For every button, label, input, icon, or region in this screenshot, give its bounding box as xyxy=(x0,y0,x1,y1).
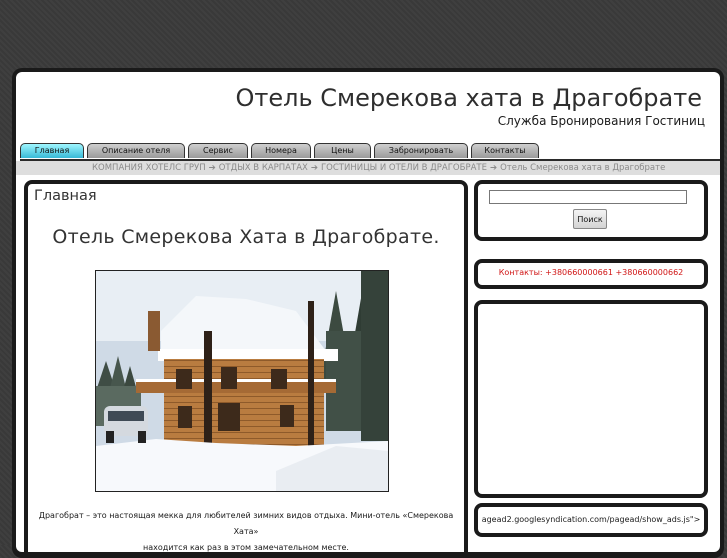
contacts-widget: Контакты: +380660000661 +380660000662 xyxy=(474,259,708,289)
search-input[interactable] xyxy=(489,190,687,204)
breadcrumb-link-dragobrat-hotels[interactable]: ГОСТИНИЦЫ И ОТЕЛИ В ДРАГОБРАТЕ xyxy=(321,163,487,173)
caption-line: Драгобрат – это настоящая мекка для люби… xyxy=(38,511,454,536)
main-nav: Главная Описание отеля Сервис Номера Цен… xyxy=(20,143,720,162)
breadcrumb: КОМПАНИЯ ХОТЕЛС ГРУП ➔ ОТДЫХ В КАРПАТАХ ➔ ГО… xyxy=(16,161,720,175)
search-button[interactable]: Поиск xyxy=(573,209,607,229)
main-content-box: Главная Отель Смерекова Хата в Драгобрат… xyxy=(24,180,468,552)
nav-tab-hotel-description[interactable]: Описание отеля xyxy=(87,143,185,158)
breadcrumb-separator-icon: ➔ xyxy=(208,163,216,173)
nav-tab-contacts[interactable]: Контакты xyxy=(471,143,539,158)
photo-caption: Драгобрат – это настоящая мекка для люби… xyxy=(32,508,460,552)
hotel-photo xyxy=(95,270,389,492)
nav-tab-home[interactable]: Главная xyxy=(20,143,84,158)
breadcrumb-separator-icon: ➔ xyxy=(489,163,498,173)
contacts-phones: Контакты: +380660000661 +380660000662 xyxy=(498,268,684,277)
caption-line: находится как раз в этом замечательном м… xyxy=(143,543,349,552)
nav-tab-booking[interactable]: Забронировать xyxy=(374,143,468,158)
ad-placeholder xyxy=(474,300,708,498)
site-title: Отель Смерекова хата в Драгобрате xyxy=(235,84,702,112)
site-subtitle: Служба Бронирования Гостиниц xyxy=(497,114,705,128)
article-title: Отель Смерекова Хата в Драгобрате. xyxy=(52,226,440,248)
ad-script-text: agead2.googlesyndication.com/pagead/show… xyxy=(481,515,701,524)
nav-tab-rooms[interactable]: Номера xyxy=(251,143,311,158)
ad-script-widget: agead2.googlesyndication.com/pagead/show… xyxy=(474,503,708,537)
nav-tab-prices[interactable]: Цены xyxy=(314,143,371,158)
nav-tab-service[interactable]: Сервис xyxy=(188,143,248,158)
search-widget: Поиск xyxy=(474,180,708,241)
breadcrumb-link-company[interactable]: КОМПАНИЯ ХОТЕЛС ГРУП xyxy=(92,163,206,173)
breadcrumb-separator-icon: ➔ xyxy=(310,163,318,173)
page-container: Отель Смерекова хата в Драгобрате Служба… xyxy=(16,72,720,552)
content-heading: Главная xyxy=(34,188,97,204)
breadcrumb-link-carpathians[interactable]: ОТДЫХ В КАРПАТАХ xyxy=(219,163,308,173)
breadcrumb-current: Отель Смерекова хата в Драгобрате xyxy=(500,163,666,173)
